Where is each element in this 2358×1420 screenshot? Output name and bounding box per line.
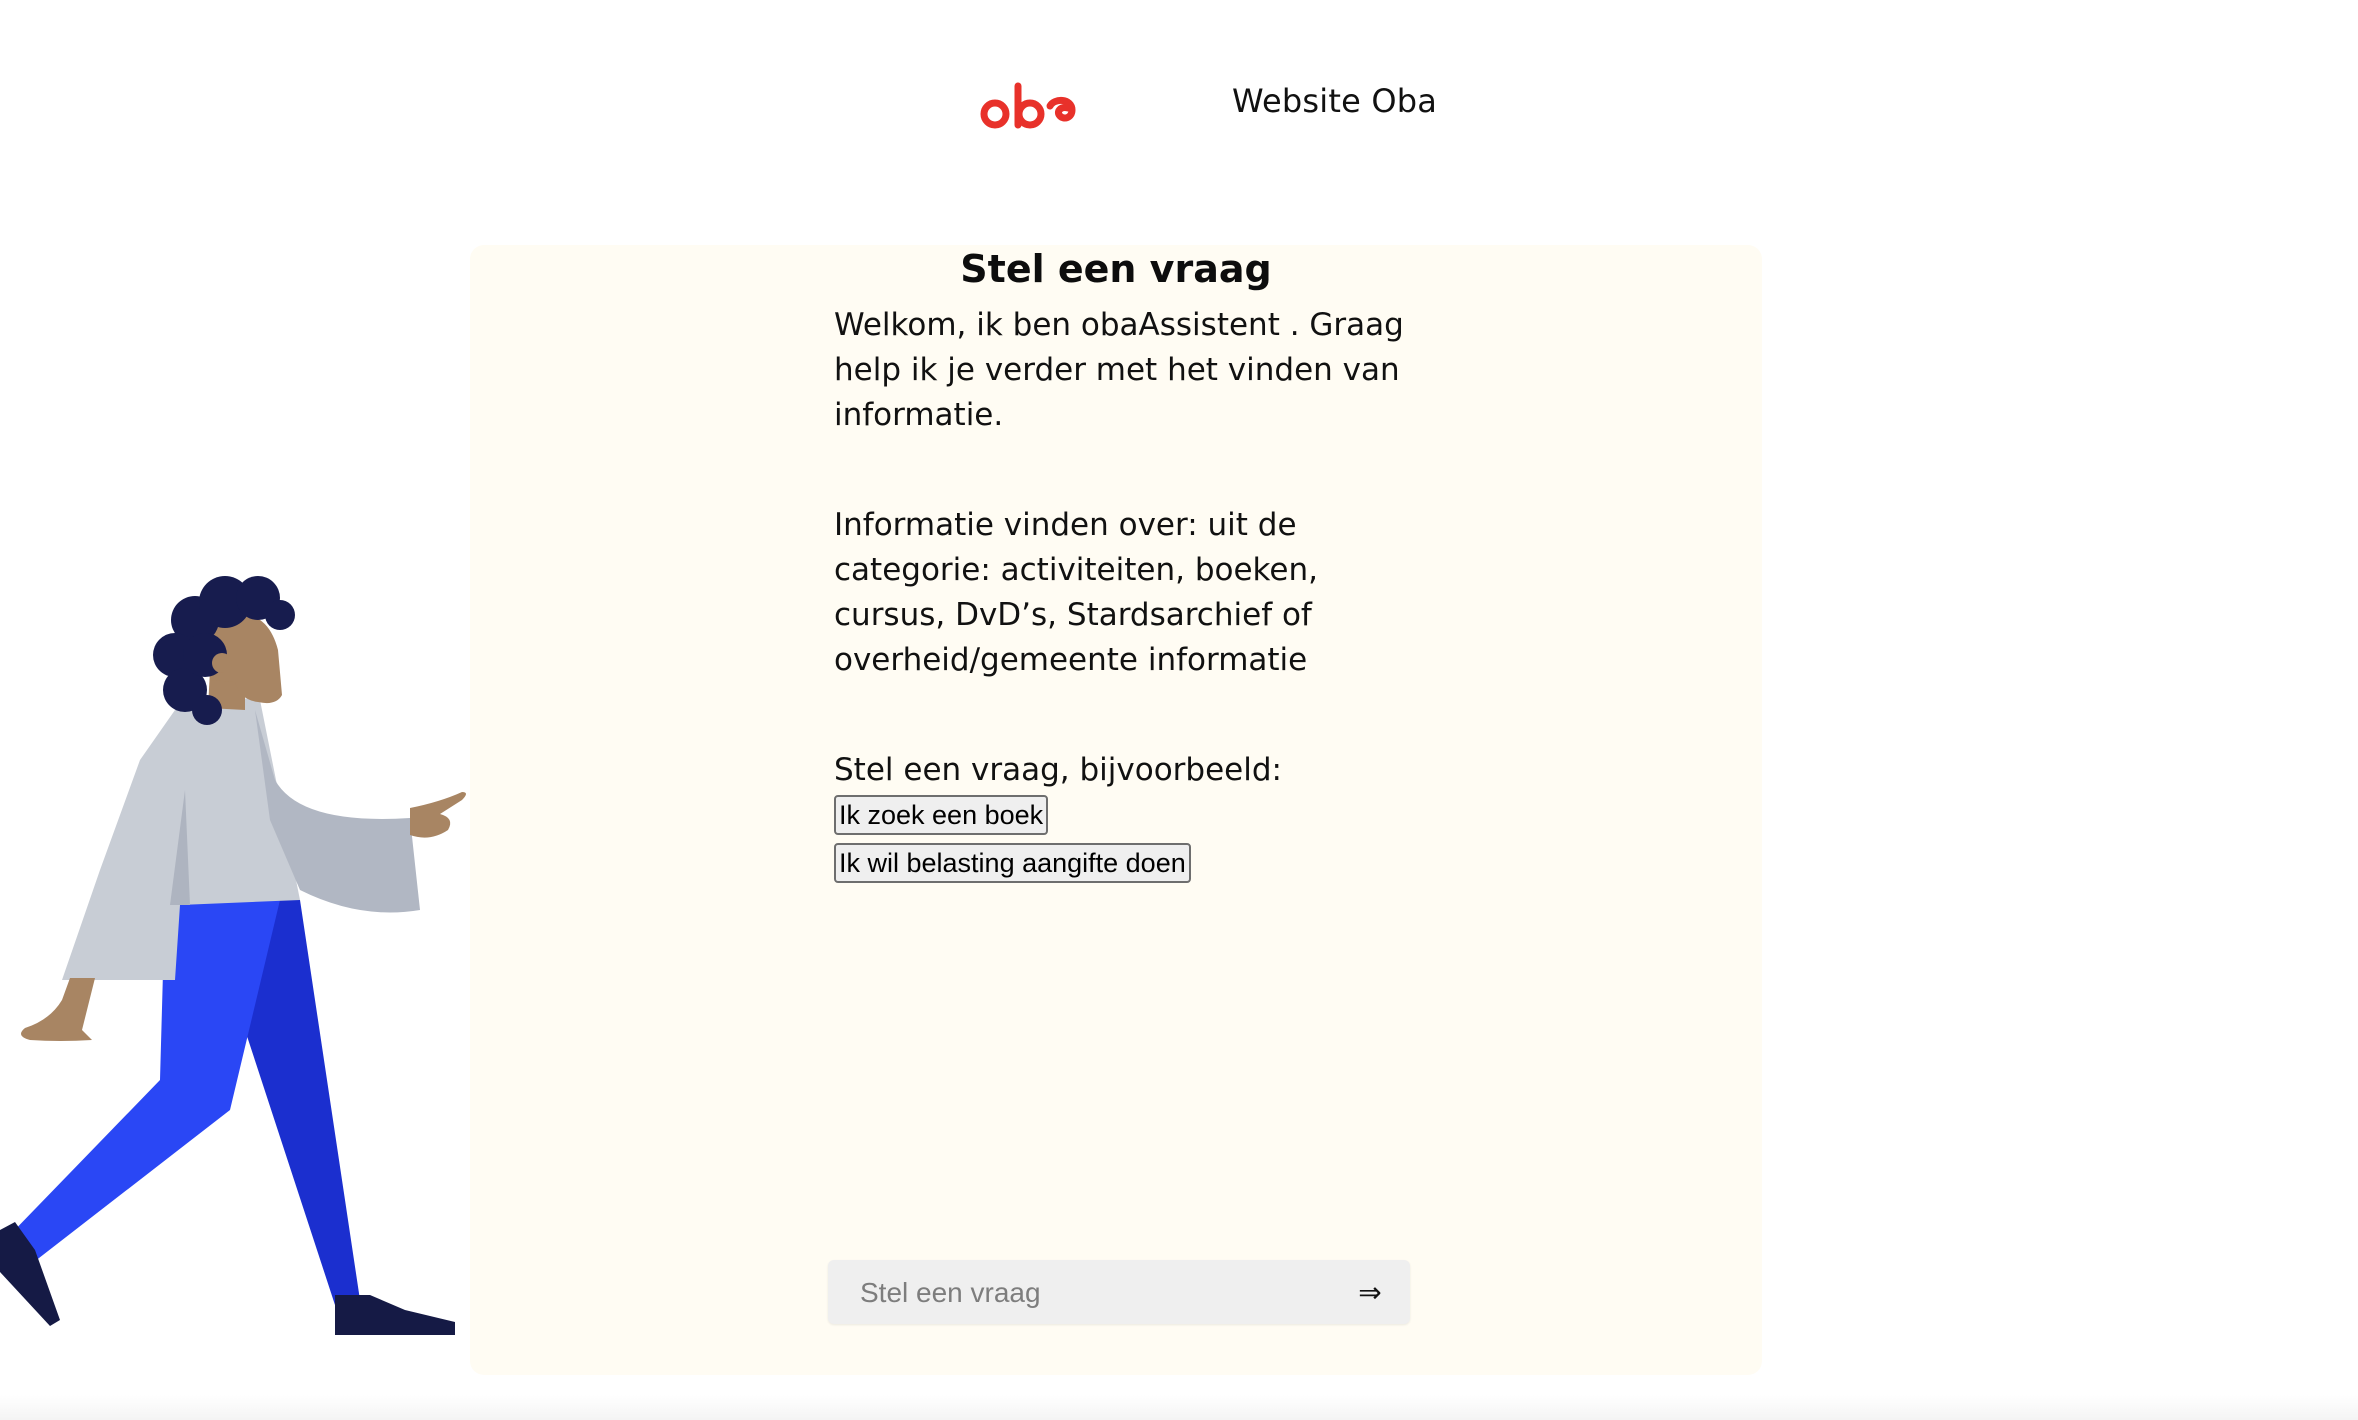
page: Website Oba Stel een vraag Welkom, ik be… (0, 0, 2358, 1420)
chat-messages: Welkom, ik ben obaAssistent . Graag help… (834, 303, 1414, 891)
category-message: Informatie vinden over: uit de categorie… (834, 507, 1318, 678)
send-button[interactable]: ⇒ (1348, 1270, 1392, 1314)
suggestion-button-tax[interactable]: Ik wil belasting aangifte doen (834, 843, 1191, 883)
question-input[interactable] (858, 1260, 1322, 1326)
double-arrow-right-icon: ⇒ (1358, 1275, 1382, 1309)
page-bottom-edge (0, 1395, 2358, 1420)
chat-input-bar: ⇒ (828, 1260, 1410, 1326)
website-oba-link[interactable]: Website Oba (1232, 82, 1437, 120)
examples-intro-message: Stel een vraag, bijvoorbeeld: (834, 752, 1282, 788)
oba-logo[interactable] (980, 80, 1080, 140)
walking-person-illustration (0, 576, 466, 1335)
chat-title: Stel een vraag (960, 247, 1272, 291)
suggestion-button-book[interactable]: Ik zoek een boek (834, 795, 1049, 835)
welcome-message: Welkom, ik ben obaAssistent . Graag help… (834, 307, 1404, 433)
chat-panel: Stel een vraag Welkom, ik ben obaAssiste… (470, 245, 1762, 1375)
